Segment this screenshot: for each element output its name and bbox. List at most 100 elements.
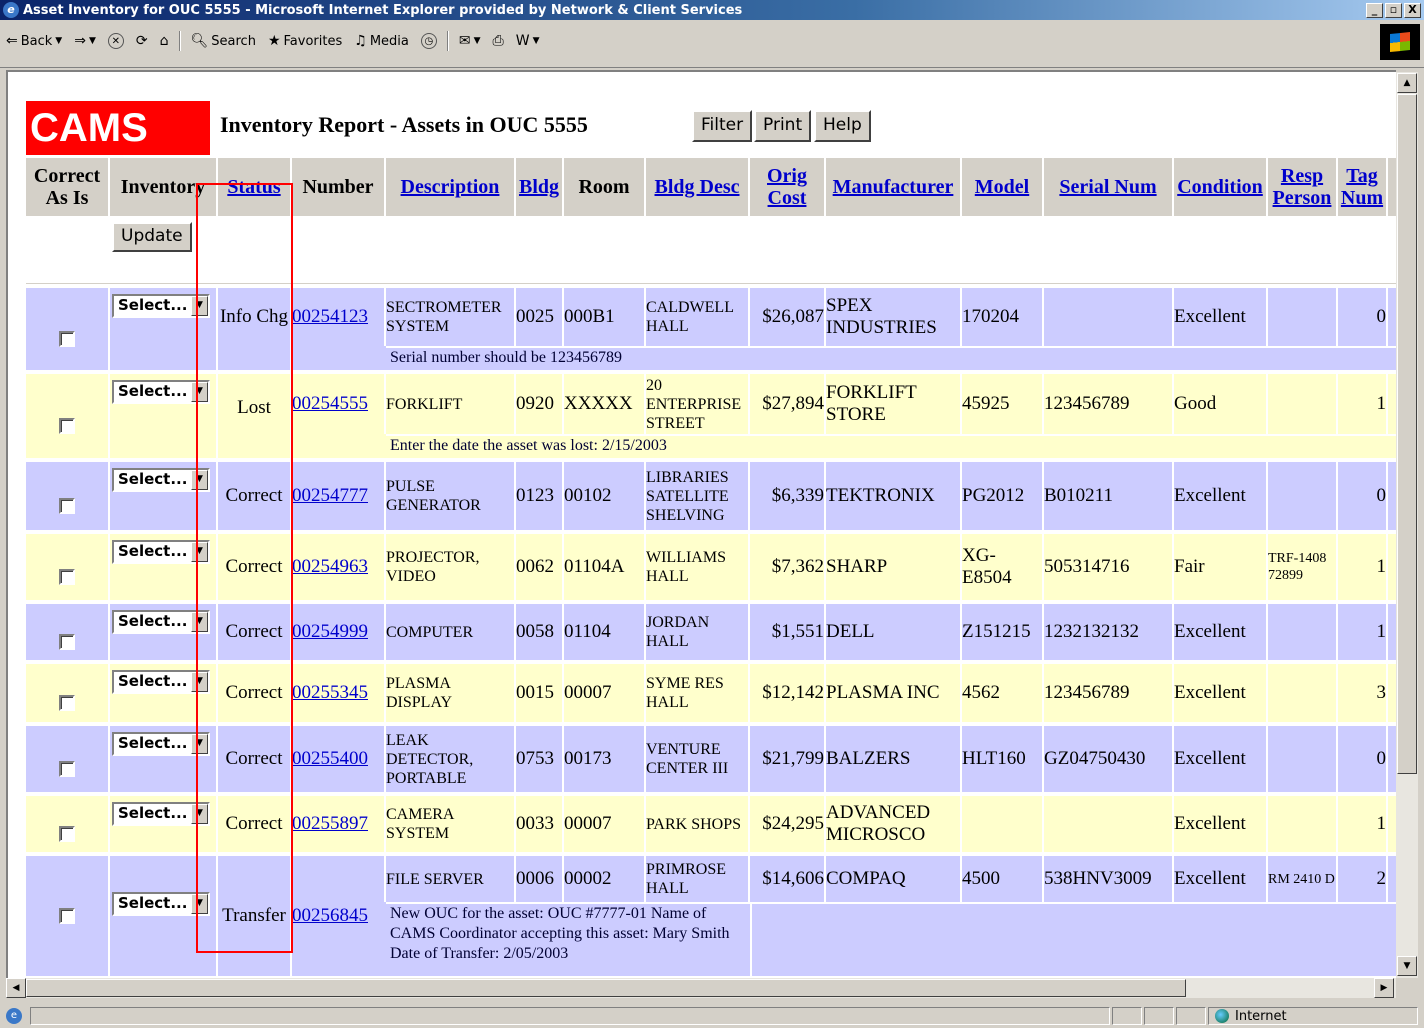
chevron-down-icon[interactable]: ▼ (191, 296, 208, 316)
history-button[interactable]: ◷ (415, 33, 443, 49)
inventory-select[interactable]: Select... ▼ (112, 670, 210, 694)
status-cell: Correct (218, 462, 290, 530)
print-button[interactable]: Print (754, 110, 812, 142)
column-header-label[interactable]: Description (401, 176, 500, 198)
asset-number-link[interactable]: 00254999 (292, 604, 384, 660)
column-header-condition[interactable]: Condition (1174, 158, 1266, 216)
correct-as-is-checkbox[interactable] (59, 569, 75, 585)
chevron-down-icon[interactable]: ▼ (191, 804, 208, 824)
stop-button[interactable]: ✕ (102, 33, 130, 49)
chevron-down-icon[interactable]: ▼ (191, 672, 208, 692)
inventory-select[interactable]: Select... ▼ (112, 294, 210, 318)
inventory-select[interactable]: Select... ▼ (112, 468, 210, 492)
column-header-label[interactable]: Orig Cost (750, 165, 824, 209)
horizontal-scroll-thumb[interactable] (26, 979, 1186, 997)
asset-number-link[interactable]: 00254777 (292, 462, 384, 530)
minimize-button[interactable]: _ (1366, 2, 1383, 18)
inventory-select[interactable]: Select... ▼ (112, 802, 210, 826)
column-header-tag-num[interactable]: Tag Num (1338, 158, 1386, 216)
asset-number-link-value[interactable]: 00254777 (292, 485, 368, 507)
asset-number-link-value[interactable]: 00254963 (292, 556, 368, 578)
asset-number-link-value[interactable]: 00255345 (292, 682, 368, 704)
media-button[interactable]: ♫ Media (348, 33, 415, 49)
column-header-bldg[interactable]: Bldg (516, 158, 562, 216)
correct-as-is-checkbox[interactable] (59, 498, 75, 514)
home-button[interactable]: ⌂ (154, 33, 175, 49)
refresh-button[interactable]: ⟳ (130, 33, 154, 49)
column-header-bldg-desc[interactable]: Bldg Desc (646, 158, 748, 216)
edit-button[interactable]: W ▼ (510, 33, 546, 49)
correct-as-is-checkbox[interactable] (59, 331, 75, 347)
column-header-label[interactable]: Bldg (519, 176, 559, 198)
column-header-orig-cost[interactable]: Orig Cost (750, 158, 824, 216)
update-button[interactable]: Update (112, 222, 192, 252)
inventory-select[interactable]: Select... ▼ (112, 540, 210, 564)
vertical-scroll-thumb[interactable] (1397, 94, 1417, 774)
column-header-manufacturer[interactable]: Manufacturer (826, 158, 960, 216)
back-dropdown-icon[interactable]: ▼ (55, 36, 62, 46)
asset-number-link[interactable]: 00256845 (292, 856, 384, 976)
inventory-select[interactable]: Select... ▼ (112, 732, 210, 756)
horizontal-scrollbar[interactable]: ◀ ▶ (6, 978, 1396, 998)
column-header-label[interactable]: Serial Num (1059, 176, 1156, 198)
asset-number-link[interactable]: 00255400 (292, 726, 384, 792)
chevron-down-icon[interactable]: ▼ (191, 382, 208, 402)
forward-dropdown-icon[interactable]: ▼ (89, 36, 96, 46)
column-header-label[interactable]: Status (227, 176, 280, 198)
filter-button[interactable]: Filter (692, 110, 753, 142)
grid-line (216, 462, 218, 530)
inventory-select[interactable]: Select... ▼ (112, 380, 210, 404)
asset-number-link-value[interactable]: 00255897 (292, 813, 368, 835)
correct-as-is-checkbox[interactable] (59, 634, 75, 650)
asset-number-link-value[interactable]: 00254999 (292, 621, 368, 643)
chevron-down-icon[interactable]: ▼ (191, 612, 208, 632)
chevron-down-icon[interactable]: ▼ (191, 542, 208, 562)
asset-number-link[interactable]: 00255897 (292, 796, 384, 852)
grid-line (1266, 726, 1268, 792)
asset-number-link-value[interactable]: 00254123 (292, 306, 368, 328)
help-button[interactable]: Help (814, 110, 871, 142)
column-header-label[interactable]: Tag Num (1338, 165, 1386, 209)
asset-number-link[interactable]: 00254123 (292, 288, 384, 346)
grid-line (960, 726, 962, 792)
column-header-label[interactable]: Condition (1177, 176, 1263, 198)
column-header-resp-person[interactable]: Resp Person (1268, 158, 1336, 216)
column-header-status[interactable]: Status (218, 158, 290, 216)
chevron-down-icon[interactable]: ▼ (191, 894, 208, 914)
column-header-description[interactable]: Description (386, 158, 514, 216)
scroll-left-icon[interactable]: ◀ (6, 978, 26, 998)
back-button[interactable]: ⇐ Back ▼ (0, 33, 68, 49)
column-header-label[interactable]: Model (975, 176, 1029, 198)
asset-number-link[interactable]: 00255345 (292, 664, 384, 722)
asset-number-link-value[interactable]: 00254555 (292, 393, 368, 415)
column-header-label[interactable]: Manufacturer (833, 176, 954, 198)
maximize-button[interactable]: ▫ (1385, 2, 1402, 18)
mail-button[interactable]: ✉ ▼ (453, 33, 487, 49)
scroll-right-icon[interactable]: ▶ (1374, 978, 1394, 998)
correct-as-is-checkbox[interactable] (59, 826, 75, 842)
column-header-model[interactable]: Model (962, 158, 1042, 216)
correct-as-is-checkbox[interactable] (59, 908, 75, 924)
column-header-label[interactable]: Resp Person (1268, 165, 1336, 209)
asset-number-link[interactable]: 00254963 (292, 534, 384, 600)
print-toolbar-button[interactable]: ⎙ (487, 33, 510, 49)
column-header-serial-num[interactable]: Serial Num (1044, 158, 1172, 216)
close-button[interactable]: X (1404, 2, 1421, 18)
asset-number-link[interactable]: 00254555 (292, 374, 384, 434)
asset-number-link-value[interactable]: 00255400 (292, 748, 368, 770)
correct-as-is-checkbox[interactable] (59, 418, 75, 434)
scroll-up-icon[interactable]: ▲ (1397, 73, 1417, 93)
inventory-select[interactable]: Select... ▼ (112, 610, 210, 634)
scroll-down-icon[interactable]: ▼ (1397, 956, 1417, 976)
column-header-label[interactable]: Bldg Desc (655, 176, 740, 198)
vertical-scrollbar[interactable]: ▲ ▼ (1396, 72, 1418, 978)
asset-number-link-value[interactable]: 00256845 (292, 905, 368, 927)
search-button[interactable]: 🔍︎ Search (185, 33, 262, 49)
chevron-down-icon[interactable]: ▼ (191, 734, 208, 754)
chevron-down-icon[interactable]: ▼ (191, 470, 208, 490)
correct-as-is-checkbox[interactable] (59, 761, 75, 777)
forward-button[interactable]: ⇒ ▼ (68, 33, 102, 49)
inventory-select[interactable]: Select... ▼ (112, 892, 210, 916)
favorites-button[interactable]: ★ Favorites (262, 33, 348, 49)
correct-as-is-checkbox[interactable] (59, 695, 75, 711)
